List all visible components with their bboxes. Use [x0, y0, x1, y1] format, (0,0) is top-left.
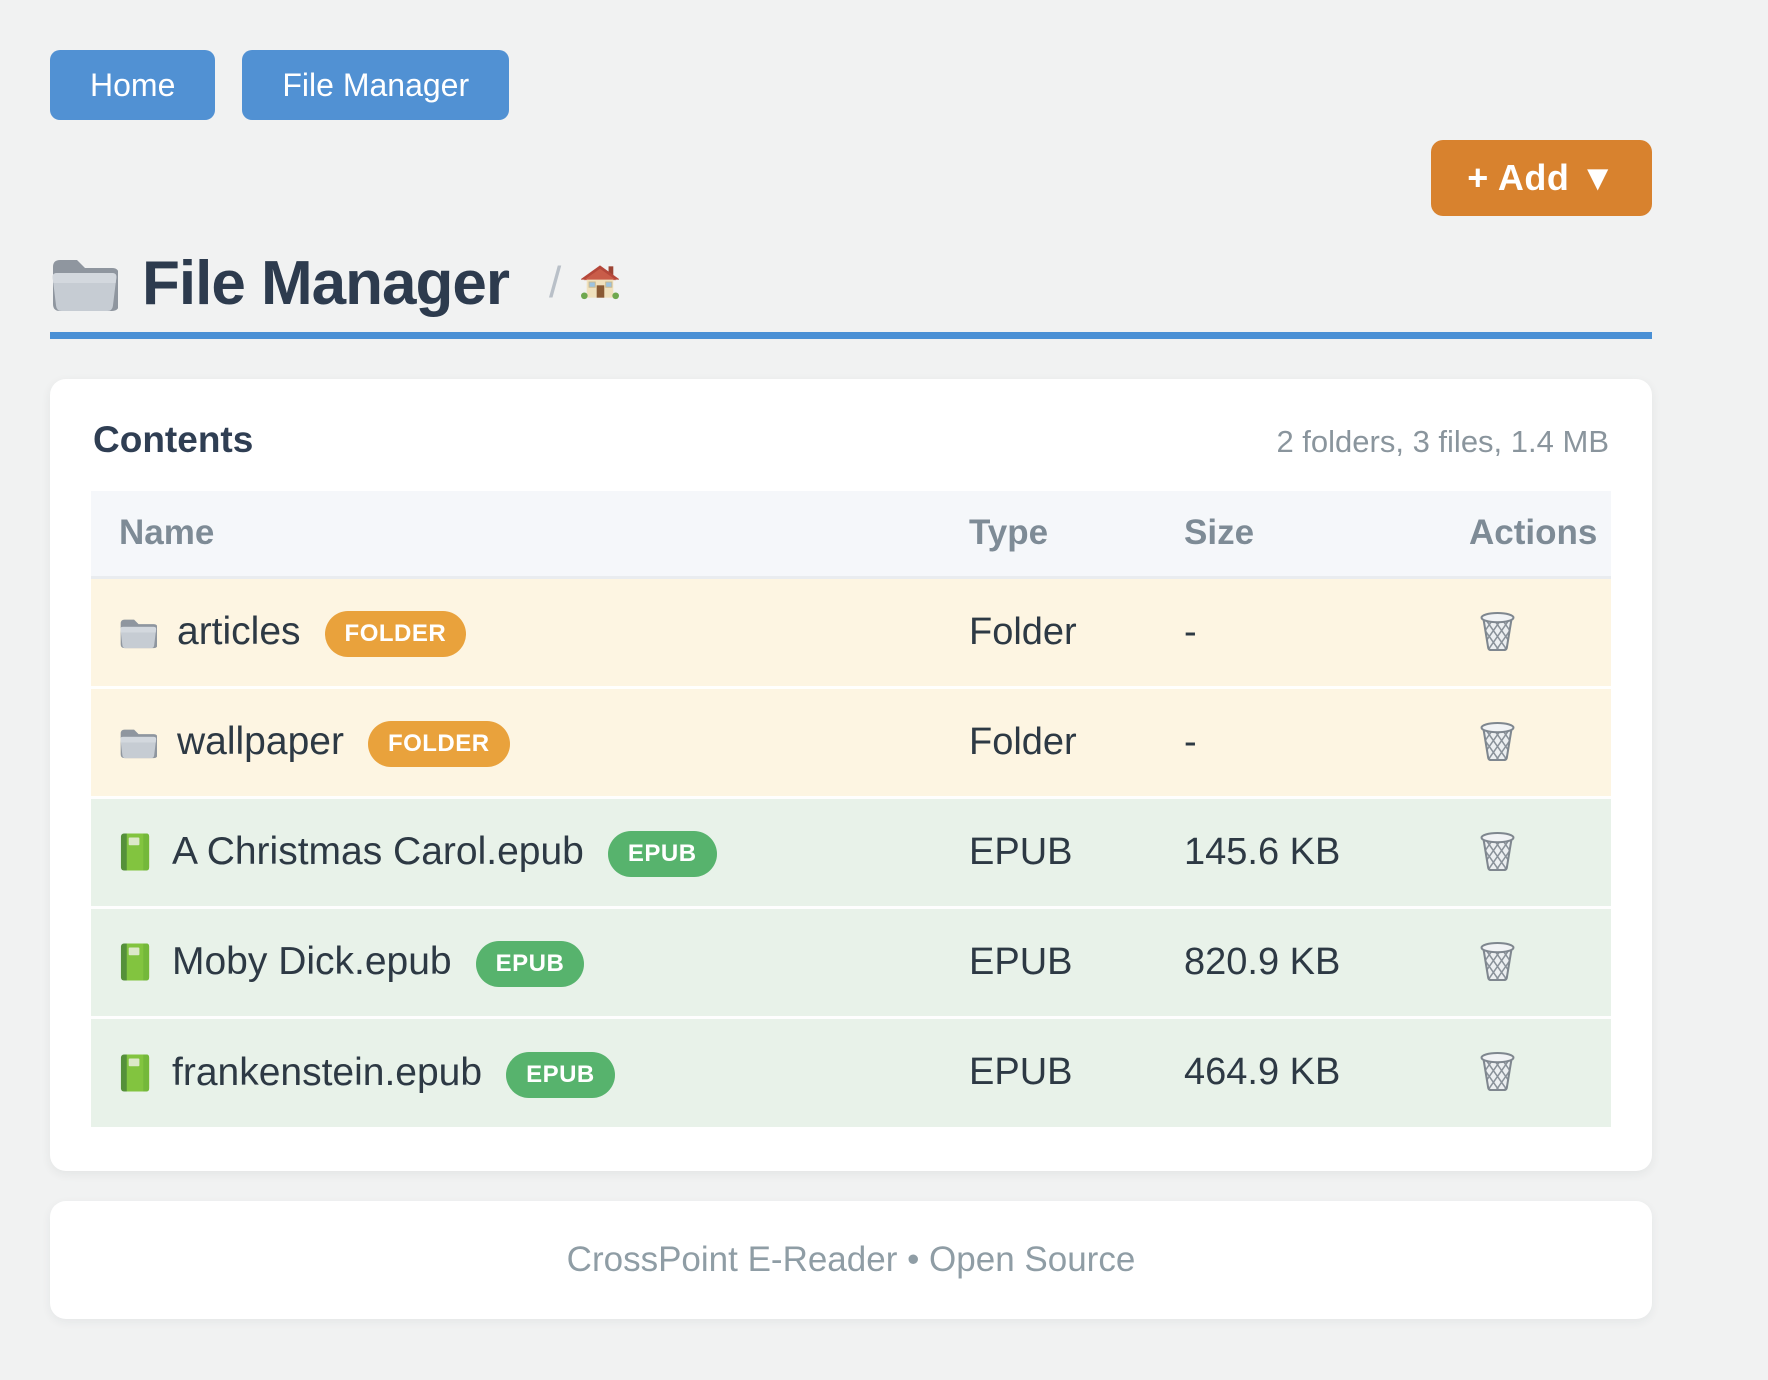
item-type: EPUB	[968, 907, 1183, 1017]
type-badge: EPUB	[476, 941, 585, 987]
table-header-row: Name Type Size Actions	[91, 491, 1611, 577]
page-header: File Manager /	[50, 246, 1652, 320]
breadcrumb-home-link[interactable]	[581, 264, 619, 303]
folder-icon	[119, 726, 157, 759]
contents-heading: Contents	[93, 419, 253, 461]
green-book-icon	[119, 942, 152, 982]
item-type: Folder	[968, 577, 1183, 687]
green-book-icon	[119, 1053, 152, 1093]
delete-button[interactable]	[1480, 611, 1515, 654]
item-name[interactable]: articles	[177, 610, 301, 654]
column-header-actions: Actions	[1468, 491, 1611, 577]
table-body: articles FOLDER Folder -	[91, 577, 1611, 1127]
item-name[interactable]: A Christmas Carol.epub	[172, 830, 584, 874]
nav-home-button[interactable]: Home	[50, 50, 215, 120]
trash-icon	[1480, 941, 1515, 984]
title-underline	[50, 332, 1652, 339]
folder-icon	[119, 616, 157, 649]
type-badge: FOLDER	[325, 611, 467, 657]
table-row: wallpaper FOLDER Folder -	[91, 687, 1611, 797]
contents-card: Contents 2 folders, 3 files, 1.4 MB Name…	[50, 379, 1652, 1171]
type-badge: EPUB	[506, 1052, 615, 1098]
item-type: EPUB	[968, 1017, 1183, 1127]
item-size: 820.9 KB	[1183, 907, 1468, 1017]
table-row: Moby Dick.epub EPUB EPUB 820.9 KB	[91, 907, 1611, 1017]
item-size: -	[1183, 687, 1468, 797]
nav-file-manager-button[interactable]: File Manager	[242, 50, 509, 120]
item-size: 145.6 KB	[1183, 797, 1468, 907]
contents-summary: 2 folders, 3 files, 1.4 MB	[1276, 424, 1609, 460]
delete-button[interactable]	[1480, 1051, 1515, 1094]
trash-icon	[1480, 831, 1515, 874]
type-badge: EPUB	[608, 831, 717, 877]
item-size: 464.9 KB	[1183, 1017, 1468, 1127]
page-content: Home File Manager File Manager /	[50, 0, 1652, 1319]
delete-button[interactable]	[1480, 721, 1515, 764]
item-name[interactable]: Moby Dick.epub	[172, 940, 452, 984]
delete-button[interactable]	[1480, 941, 1515, 984]
contents-card-header: Contents 2 folders, 3 files, 1.4 MB	[91, 419, 1611, 461]
delete-button[interactable]	[1480, 831, 1515, 874]
add-button[interactable]: + Add ▼	[1431, 140, 1652, 216]
top-nav: Home File Manager	[50, 50, 1652, 120]
file-table: Name Type Size Actions articles	[91, 491, 1611, 1127]
column-header-name: Name	[91, 491, 968, 577]
type-badge: FOLDER	[368, 721, 510, 767]
trash-icon	[1480, 611, 1515, 654]
footer: CrossPoint E-Reader • Open Source	[50, 1201, 1652, 1319]
item-name[interactable]: frankenstein.epub	[172, 1051, 482, 1095]
folder-icon	[50, 254, 118, 312]
trash-icon	[1480, 721, 1515, 764]
item-type: Folder	[968, 687, 1183, 797]
column-header-size: Size	[1183, 491, 1468, 577]
item-name[interactable]: wallpaper	[177, 720, 344, 764]
breadcrumb-separator: /	[549, 258, 561, 308]
trash-icon	[1480, 1051, 1515, 1094]
green-book-icon	[119, 832, 152, 872]
column-header-type: Type	[968, 491, 1183, 577]
table-row: articles FOLDER Folder -	[91, 577, 1611, 687]
item-size: -	[1183, 577, 1468, 687]
table-row: frankenstein.epub EPUB EPUB 464.9 KB	[91, 1017, 1611, 1127]
page-title: File Manager	[142, 248, 509, 319]
house-icon	[581, 264, 619, 303]
footer-text: CrossPoint E-Reader • Open Source	[567, 1240, 1136, 1280]
table-row: A Christmas Carol.epub EPUB EPUB 145.6 K…	[91, 797, 1611, 907]
item-type: EPUB	[968, 797, 1183, 907]
